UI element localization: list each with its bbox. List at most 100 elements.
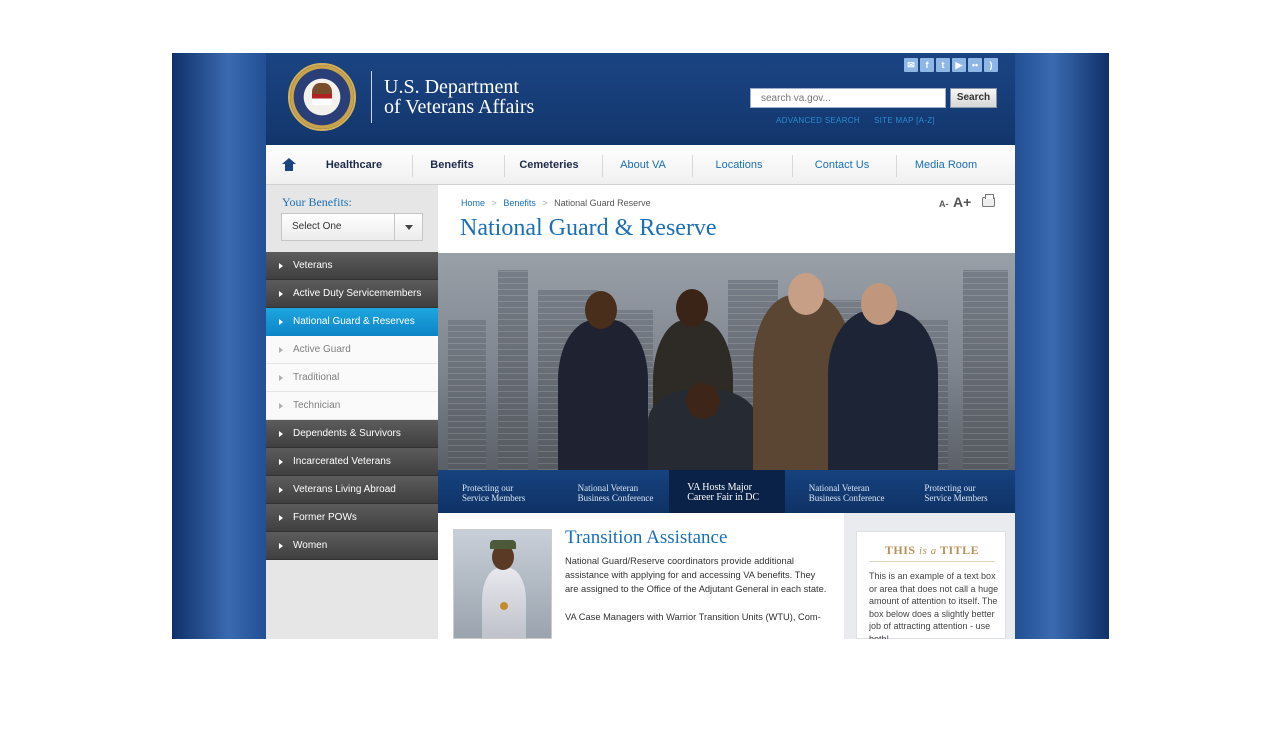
- article-photo: [453, 529, 552, 639]
- carousel-line: National Veteran: [577, 483, 639, 493]
- nav-contact-us[interactable]: Contact Us: [798, 145, 886, 185]
- nav-healthcare[interactable]: Healthcare: [316, 145, 392, 185]
- nav-cemeteries[interactable]: Cemeteries: [510, 145, 588, 185]
- browser-backdrop: U.S. Department of Veterans Affairs ✉ f …: [172, 53, 1109, 639]
- breadcrumb: Home > Benefits > National Guard Reserve: [461, 198, 651, 208]
- your-benefits-heading: Your Benefits:: [282, 195, 352, 209]
- site-map-link[interactable]: SITE MAP [A-Z]: [874, 116, 935, 125]
- carousel-item[interactable]: Protecting our Service Members: [900, 470, 1016, 513]
- va-seal-logo[interactable]: [288, 63, 356, 131]
- carousel-line: Protecting our: [462, 483, 514, 493]
- site-header: U.S. Department of Veterans Affairs ✉ f …: [266, 53, 1016, 145]
- aside-title-post: TITLE: [939, 543, 980, 557]
- aside-textbox: THIS is a TITLE This is an example of a …: [856, 531, 1006, 639]
- nav-benefits[interactable]: Benefits: [418, 145, 486, 185]
- sidebar-subitem-active-guard[interactable]: Active Guard: [266, 336, 438, 364]
- building: [963, 270, 1008, 470]
- person-head: [676, 289, 708, 327]
- aside-text: This is an example of a text box or area…: [869, 571, 999, 639]
- building: [498, 270, 528, 470]
- nav-media-room[interactable]: Media Room: [902, 145, 990, 185]
- text-size-controls: A- A+: [939, 194, 971, 212]
- nav-divider: [412, 155, 413, 177]
- breadcrumb-current: National Guard Reserve: [554, 198, 651, 208]
- sidebar-subitem-technician[interactable]: Technician: [266, 392, 438, 420]
- logo-line1: U.S. Department: [384, 76, 519, 98]
- carousel-line: Career Fair in DC: [687, 492, 760, 503]
- breadcrumb-home[interactable]: Home: [461, 198, 485, 208]
- aside-title: THIS is a TITLE: [857, 543, 1007, 558]
- carousel-item-active[interactable]: VA Hosts Major Career Fair in DC: [669, 470, 785, 513]
- aside-panel: THIS is a TITLE This is an example of a …: [844, 513, 1016, 639]
- nav-divider: [692, 155, 693, 177]
- search-input[interactable]: [750, 88, 946, 108]
- carousel-item[interactable]: Protecting our Service Members: [438, 470, 554, 513]
- nav-about-va[interactable]: About VA: [608, 145, 678, 185]
- carousel-line: Service Members: [924, 493, 988, 503]
- va-site: U.S. Department of Veterans Affairs ✉ f …: [266, 53, 1016, 639]
- person-head: [788, 273, 824, 315]
- building: [448, 320, 486, 470]
- rss-icon[interactable]: ): [984, 58, 998, 72]
- hero-carousel: Protecting our Service Members National V…: [438, 470, 1016, 513]
- carousel-line: Service Members: [462, 493, 526, 503]
- flickr-icon[interactable]: ••: [968, 58, 982, 72]
- aside-title-pre: THIS: [884, 543, 916, 557]
- sidebar-item-active-duty[interactable]: Active Duty Servicemembers: [266, 280, 438, 308]
- sidebar-item-incarcerated[interactable]: Incarcerated Veterans: [266, 448, 438, 476]
- carousel-line: Protecting our: [924, 483, 976, 493]
- text-size-increase[interactable]: A+: [953, 194, 971, 210]
- carousel-line: Business Conference: [808, 493, 885, 503]
- home-icon[interactable]: [282, 158, 296, 171]
- logo-divider: [371, 71, 372, 123]
- person-head: [861, 283, 897, 325]
- facebook-icon[interactable]: f: [920, 58, 934, 72]
- side-menu: Veterans Active Duty Servicemembers Nati…: [266, 252, 438, 560]
- advanced-search-link[interactable]: ADVANCED SEARCH: [776, 116, 860, 125]
- benefits-select[interactable]: Select One: [281, 213, 423, 241]
- search-button[interactable]: Search: [950, 88, 997, 108]
- email-icon[interactable]: ✉: [904, 58, 918, 72]
- sidebar-subitem-traditional[interactable]: Traditional: [266, 364, 438, 392]
- sidebar-item-veterans[interactable]: Veterans: [266, 252, 438, 280]
- hero-image: [438, 253, 1016, 470]
- person-head: [686, 383, 720, 419]
- social-links: ✉ f t ▶ •• ): [904, 58, 998, 72]
- article-title: Transition Assistance: [565, 527, 728, 548]
- eagle-emblem: [312, 83, 332, 105]
- article-paragraph: National Guard/Reserve coordinators prov…: [565, 556, 827, 594]
- carousel-line: Business Conference: [577, 493, 654, 503]
- sidebar: Your Benefits: Select One Veterans Activ…: [266, 185, 438, 639]
- article: Transition Assistance National Guard/Res…: [438, 513, 844, 639]
- main-content: Home > Benefits > National Guard Reserve…: [438, 185, 1016, 639]
- carousel-item[interactable]: National Veteran Business Conference: [554, 470, 670, 513]
- site-logo-text[interactable]: U.S. Department of Veterans Affairs: [384, 77, 534, 117]
- select-value: Select One: [292, 221, 342, 232]
- breadcrumb-benefits[interactable]: Benefits: [503, 198, 536, 208]
- nav-divider: [896, 155, 897, 177]
- twitter-icon[interactable]: t: [936, 58, 950, 72]
- sidebar-item-former-pows[interactable]: Former POWs: [266, 504, 438, 532]
- carousel-item[interactable]: National Veteran Business Conference: [785, 470, 901, 513]
- text-size-decrease[interactable]: A-: [939, 199, 949, 209]
- aside-title-mid: is a: [919, 545, 937, 557]
- person-suit: [828, 310, 938, 470]
- logo-line2: of Veterans Affairs: [384, 96, 535, 118]
- sidebar-item-women[interactable]: Women: [266, 532, 438, 560]
- main-navigation: Healthcare Benefits Cemeteries About VA …: [266, 145, 1016, 185]
- breadcrumb-separator: >: [542, 198, 548, 208]
- nav-locations[interactable]: Locations: [698, 145, 780, 185]
- chevron-down-icon[interactable]: [394, 214, 422, 240]
- medal-icon: [500, 602, 508, 610]
- print-icon[interactable]: [982, 194, 995, 207]
- photo-cap: [490, 540, 516, 549]
- sidebar-item-national-guard[interactable]: National Guard & Reserves: [266, 308, 438, 336]
- nav-divider: [602, 155, 603, 177]
- sidebar-item-living-abroad[interactable]: Veterans Living Abroad: [266, 476, 438, 504]
- sidebar-item-dependents[interactable]: Dependents & Survivors: [266, 420, 438, 448]
- page-title: National Guard & Reserve: [460, 215, 717, 241]
- article-body: National Guard/Reserve coordinators prov…: [565, 554, 830, 638]
- youtube-icon[interactable]: ▶: [952, 58, 966, 72]
- person-head: [585, 291, 617, 329]
- aside-divider: [869, 561, 995, 562]
